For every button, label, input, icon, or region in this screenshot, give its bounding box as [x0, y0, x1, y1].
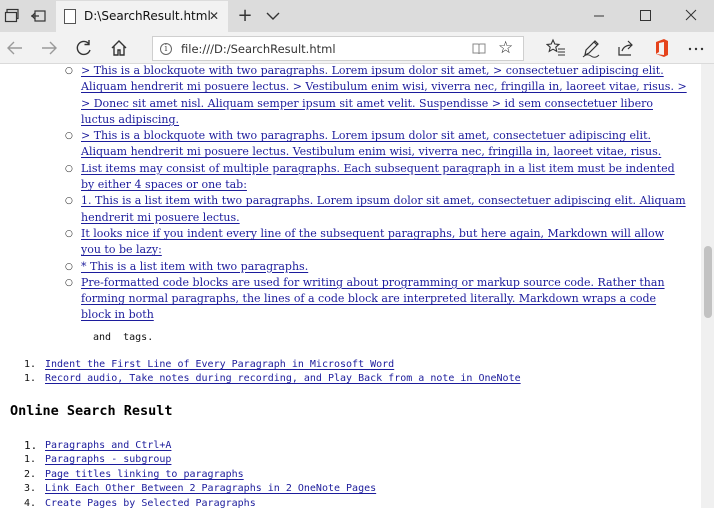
list-item: ○ List items may consist of multiple par… [0, 161, 701, 194]
pen-icon[interactable] [581, 38, 601, 58]
address-bar[interactable]: i ☆ [152, 36, 524, 61]
search-result-item: 1. Paragraphs and Ctrl+A [0, 439, 701, 453]
refresh-icon[interactable] [73, 38, 95, 58]
list-item: ○ * This is a list item with two paragra… [0, 259, 701, 275]
list-number: 2. [24, 468, 37, 480]
maximize-icon[interactable] [622, 0, 668, 32]
list-item: 1. Record audio, Take notes during recor… [0, 372, 701, 386]
title-bar: D:\SearchResult.html ✕ + [0, 0, 714, 32]
list-item-link[interactable]: Pre-formatted code blocks are used for w… [81, 276, 665, 322]
list-number: 1. [24, 439, 38, 452]
list-item-link[interactable]: > This is a blockquote with two paragrap… [81, 64, 687, 126]
plus-icon[interactable]: + [236, 6, 254, 26]
search-result-link[interactable]: Paragraphs and Ctrl+A [45, 440, 171, 451]
list-item-link[interactable]: Indent the First Line of Every Paragraph… [45, 359, 394, 370]
list-item: ○ 1. This is a list item with two paragr… [0, 193, 701, 226]
search-result-item: 3. Link Each Other Between 2 Paragraphs … [0, 482, 701, 496]
list-item-link[interactable]: 1. This is a list item with two paragrap… [81, 194, 686, 223]
home-icon[interactable] [108, 38, 130, 58]
section-heading: Online Search Result [10, 403, 173, 419]
url-input[interactable] [181, 37, 461, 60]
search-result-link[interactable]: Link Each Other Between 2 Paragraphs in … [45, 483, 376, 494]
favorites-list-icon[interactable] [546, 38, 566, 58]
navigation-bar: i ☆ [0, 32, 714, 64]
list-item: ○ Pre-formatted code blocks are used for… [0, 275, 701, 324]
search-results-list: 1. Paragraphs and Ctrl+A 1. Paragraphs -… [0, 439, 701, 508]
ordered-list: 1. Indent the First Line of Every Paragr… [0, 358, 701, 387]
list-item-link[interactable]: > This is a blockquote with two paragrap… [81, 129, 661, 158]
minimize-icon[interactable] [576, 0, 622, 32]
list-number: 1. [24, 359, 37, 370]
scrollbar-thumb[interactable] [704, 246, 712, 318]
list-item-link[interactable]: It looks nice if you indent every line o… [81, 227, 664, 256]
bullet: ○ [65, 261, 73, 272]
blockquote-list: ○ > This is a blockquote with two paragr… [0, 64, 701, 324]
tab-title: D:\SearchResult.html [84, 9, 211, 23]
bullet: ○ [65, 228, 73, 239]
search-result-link[interactable]: Page titles linking to paragraphs [45, 469, 244, 480]
bullet: ○ [65, 196, 73, 207]
list-item-link[interactable]: * This is a list item with two paragraph… [81, 260, 308, 273]
search-result-link[interactable]: Paragraphs - subgroup [45, 454, 171, 465]
reading-view-icon[interactable] [472, 42, 486, 55]
vertical-scrollbar[interactable] [701, 64, 714, 508]
window-close-icon[interactable] [668, 0, 714, 32]
list-number: 4. [24, 497, 37, 508]
info-icon[interactable]: i [160, 43, 172, 55]
list-number: 1. [24, 454, 37, 466]
set-aside-tabs-icon[interactable] [30, 8, 46, 24]
search-result-item: 1. Paragraphs - subgroup [0, 453, 701, 467]
list-item-link[interactable]: List items may consist of multiple parag… [81, 162, 675, 191]
search-result-item: 4. Create Pages by Selected Paragraphs [0, 497, 701, 508]
page-viewport[interactable]: ○ > This is a blockquote with two paragr… [0, 64, 701, 508]
forward-arrow-icon[interactable] [38, 38, 60, 58]
share-icon[interactable] [616, 38, 636, 58]
list-number: 1. [24, 373, 37, 385]
bullet: ○ [65, 277, 73, 288]
close-icon[interactable]: ✕ [206, 7, 222, 25]
list-item: ○ > This is a blockquote with two paragr… [0, 64, 701, 128]
search-result-item: 2. Page titles linking to paragraphs [0, 468, 701, 482]
tab-search-result[interactable]: D:\SearchResult.html ✕ [56, 1, 228, 32]
list-item-link[interactable]: Record audio, Take notes during recordin… [45, 373, 521, 384]
search-result-link[interactable]: Create Pages by Selected Paragraphs [45, 498, 256, 508]
chevron-down-icon[interactable] [264, 6, 282, 26]
code-tags-text: and tags. [87, 332, 154, 343]
list-item: 1. Indent the First Line of Every Paragr… [0, 358, 701, 372]
office-icon[interactable] [652, 38, 672, 58]
back-arrow-icon[interactable] [4, 38, 26, 58]
more-icon[interactable] [686, 38, 706, 58]
list-number: 3. [24, 483, 37, 495]
list-item: ○ > This is a blockquote with two paragr… [0, 128, 701, 161]
bullet: ○ [65, 163, 73, 174]
list-item: ○ It looks nice if you indent every line… [0, 226, 701, 259]
bullet: ○ [65, 66, 73, 76]
star-icon[interactable]: ☆ [498, 39, 516, 57]
bullet: ○ [65, 131, 73, 142]
tab-actions-icon[interactable] [4, 8, 20, 24]
page-icon [64, 9, 76, 24]
